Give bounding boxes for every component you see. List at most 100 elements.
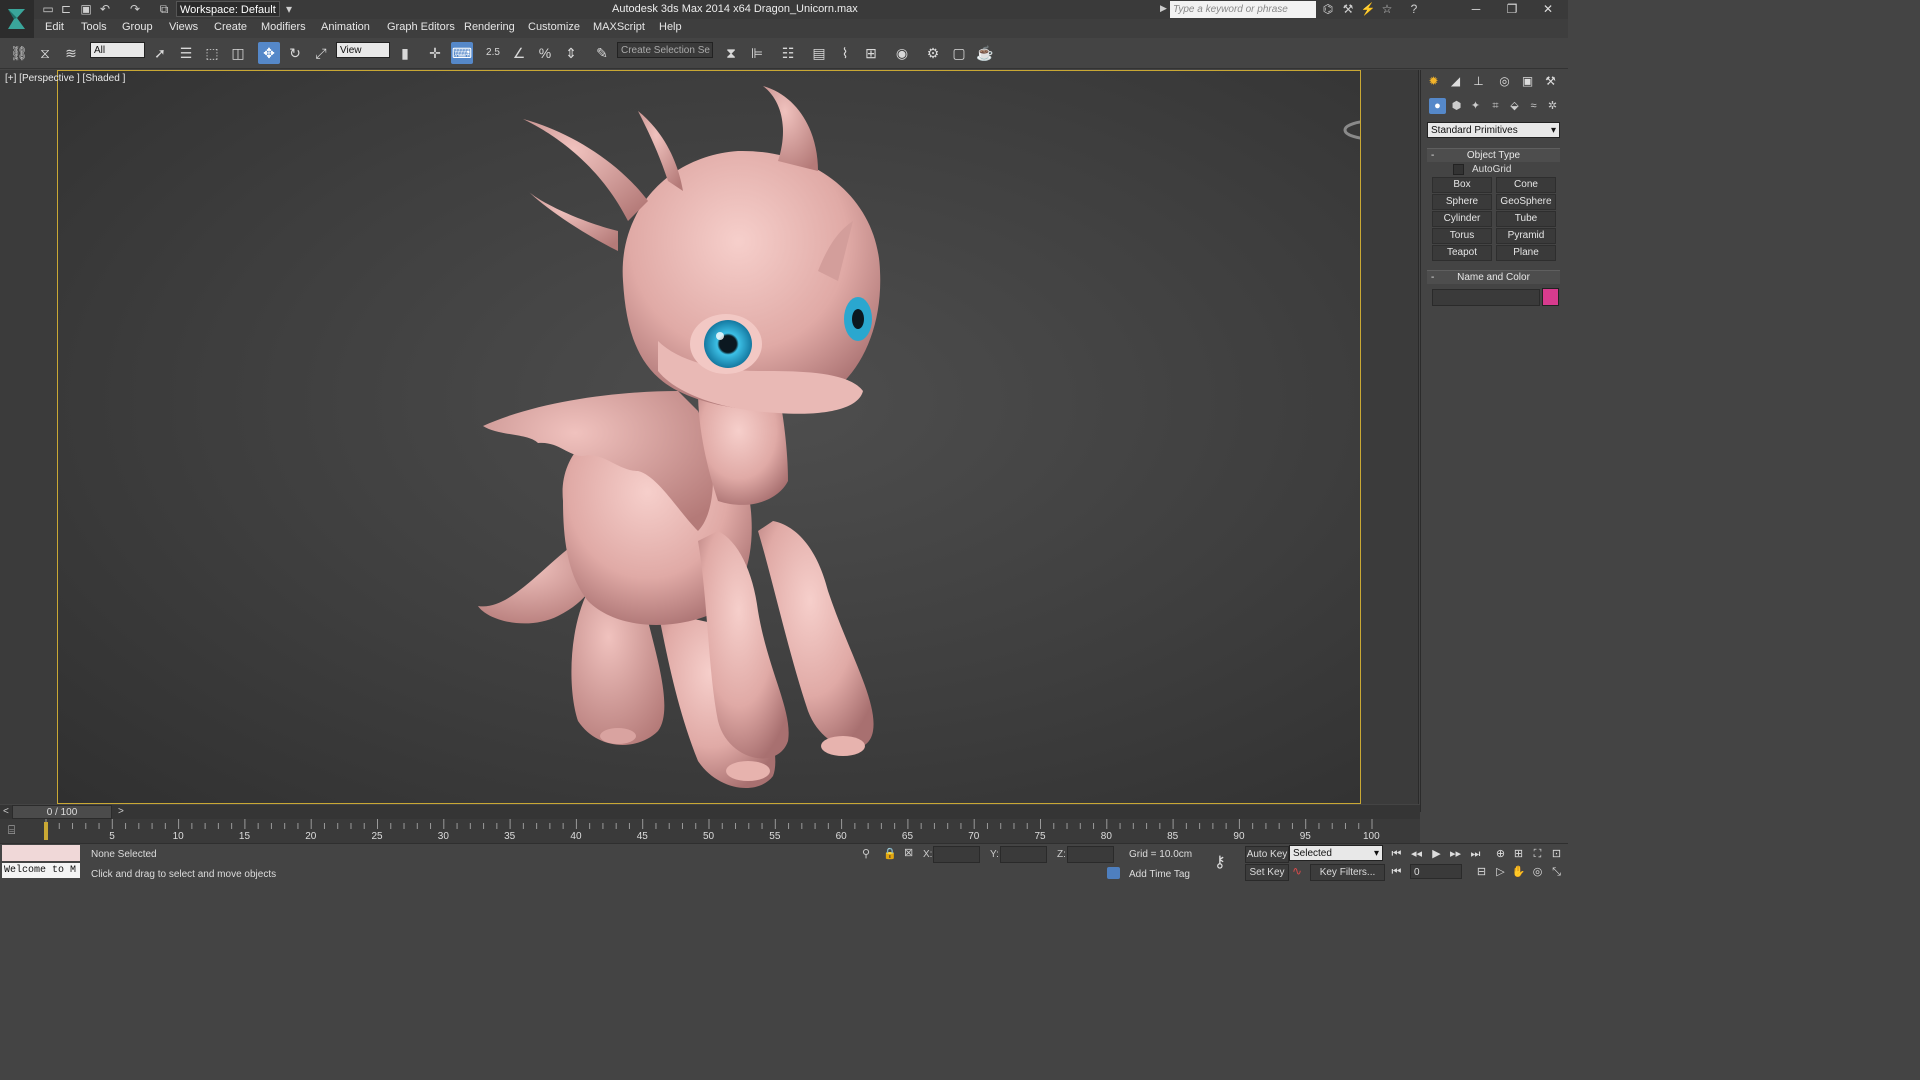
binoculars-icon[interactable]: ⌬ xyxy=(1320,2,1336,17)
field-of-view-icon[interactable]: ▷ xyxy=(1492,864,1509,880)
motion-tab-icon[interactable]: ◎ xyxy=(1495,72,1514,90)
autogrid-checkbox[interactable] xyxy=(1453,164,1464,175)
toggle-scene-explorer-icon[interactable]: ▤ xyxy=(808,42,830,64)
curve-editor-icon[interactable]: ⌇ xyxy=(834,42,856,64)
favorites-star-icon[interactable]: ☆ xyxy=(1379,2,1395,17)
cone-button[interactable]: Cone xyxy=(1496,177,1556,193)
communication-center-icon[interactable]: ⚡ xyxy=(1360,2,1376,17)
z-coordinate-field[interactable] xyxy=(1067,846,1114,863)
hierarchy-tab-icon[interactable]: ⊥ xyxy=(1469,72,1488,90)
help-icon[interactable]: ? xyxy=(1406,2,1422,17)
undo-icon[interactable]: ↶ xyxy=(97,2,113,17)
geosphere-button[interactable]: GeoSphere xyxy=(1496,194,1556,210)
sphere-button[interactable]: Sphere xyxy=(1432,194,1492,210)
lights-icon[interactable]: ✦ xyxy=(1467,98,1484,114)
menu-modifiers[interactable]: Modifiers xyxy=(261,21,306,33)
object-color-swatch[interactable] xyxy=(1542,288,1559,306)
key-filters-button[interactable]: Key Filters... xyxy=(1310,864,1385,881)
time-slider-next-icon[interactable]: > xyxy=(118,806,124,817)
save-file-icon[interactable]: ▣ xyxy=(78,2,94,17)
key-mode-toggle-icon[interactable]: ⏮ xyxy=(1388,864,1405,880)
maxscript-listener-output[interactable]: Welcome to M xyxy=(2,863,80,878)
pan-view-icon[interactable]: ✋ xyxy=(1510,864,1527,880)
next-frame-icon[interactable]: ▸▸ xyxy=(1447,846,1464,862)
object-type-rollout-header[interactable]: - Object Type xyxy=(1427,148,1560,162)
named-selection-sets-dropdown[interactable]: Create Selection Se xyxy=(617,42,713,58)
rectangular-selection-icon[interactable]: ⬚ xyxy=(201,42,223,64)
layer-explorer-icon[interactable]: ☷ xyxy=(777,42,799,64)
search-input[interactable]: Type a keyword or phrase xyxy=(1170,1,1316,18)
display-tab-icon[interactable]: ▣ xyxy=(1518,72,1537,90)
orbit-icon[interactable]: ◎ xyxy=(1529,864,1546,880)
time-slider-prev-icon[interactable]: < xyxy=(3,806,9,817)
new-file-icon[interactable]: ▭ xyxy=(40,2,56,17)
selection-lock-icon[interactable]: 🔒 xyxy=(883,847,897,860)
set-keys-key-icon[interactable]: ⚷ xyxy=(1214,852,1226,872)
menu-animation[interactable]: Animation xyxy=(321,21,370,33)
restore-button[interactable]: ❐ xyxy=(1494,0,1530,19)
select-and-move-icon[interactable]: ✥ xyxy=(258,42,280,64)
previous-frame-icon[interactable]: ◂◂ xyxy=(1408,846,1425,862)
menu-edit[interactable]: Edit xyxy=(45,21,64,33)
cylinder-button[interactable]: Cylinder xyxy=(1432,211,1492,227)
perspective-viewport[interactable] xyxy=(57,70,1361,804)
menu-help[interactable]: Help xyxy=(659,21,682,33)
time-configuration-icon[interactable]: ⊟ xyxy=(1473,864,1490,880)
add-time-tag-button[interactable]: Add Time Tag xyxy=(1129,869,1190,880)
quick-access-menu-icon[interactable]: ▾ xyxy=(281,2,297,17)
snaps-toggle-icon[interactable]: 2.5 xyxy=(482,42,504,64)
spinner-snap-icon[interactable]: ⇕ xyxy=(560,42,582,64)
primitive-category-dropdown[interactable]: Standard Primitives ▾ xyxy=(1427,122,1560,138)
y-coordinate-field[interactable] xyxy=(1000,846,1047,863)
selection-filter-dropdown[interactable]: All xyxy=(90,42,145,58)
percent-snap-icon[interactable]: % xyxy=(534,42,556,64)
app-logo-icon[interactable] xyxy=(0,0,34,38)
torus-button[interactable]: Torus xyxy=(1432,228,1492,244)
modify-tab-icon[interactable]: ◢ xyxy=(1446,72,1465,90)
go-to-start-icon[interactable]: ⏮ xyxy=(1388,846,1405,862)
time-tag-icon[interactable] xyxy=(1107,867,1120,879)
helpers-icon[interactable]: ⬙ xyxy=(1506,98,1523,114)
redo-icon[interactable]: ↷ xyxy=(127,2,143,17)
zoom-all-icon[interactable]: ⊞ xyxy=(1510,846,1527,862)
menu-tools[interactable]: Tools xyxy=(81,21,107,33)
key-mode-dropdown[interactable]: Selected ▾ xyxy=(1289,845,1383,861)
box-button[interactable]: Box xyxy=(1432,177,1492,193)
create-tab-icon[interactable]: ✹ xyxy=(1424,72,1443,90)
current-frame-field[interactable]: 0 xyxy=(1410,864,1462,879)
mirror-icon[interactable]: ⧗ xyxy=(720,42,742,64)
menu-views[interactable]: Views xyxy=(169,21,198,33)
keyboard-shortcut-override-icon[interactable]: ⌨ xyxy=(451,42,473,64)
open-file-icon[interactable]: ⊏ xyxy=(58,2,74,17)
menu-rendering[interactable]: Rendering xyxy=(464,21,515,33)
select-object-icon[interactable]: ➚ xyxy=(149,42,171,64)
time-slider-thumb[interactable]: 0 / 100 xyxy=(12,805,112,819)
menu-customize[interactable]: Customize xyxy=(528,21,580,33)
object-name-field[interactable] xyxy=(1432,289,1540,306)
workspace-dropdown[interactable]: Workspace: Default xyxy=(176,1,280,17)
menu-create[interactable]: Create xyxy=(214,21,247,33)
tube-button[interactable]: Tube xyxy=(1496,211,1556,227)
default-in-out-tangents-icon[interactable]: ∿ xyxy=(1292,864,1302,878)
name-and-color-rollout-header[interactable]: - Name and Color xyxy=(1427,270,1560,284)
window-crossing-icon[interactable]: ◫ xyxy=(227,42,249,64)
menu-group[interactable]: Group xyxy=(122,21,153,33)
angle-snap-icon[interactable]: ∠ xyxy=(508,42,530,64)
schematic-view-icon[interactable]: ⊞ xyxy=(860,42,882,64)
space-warps-icon[interactable]: ≈ xyxy=(1525,98,1542,114)
unlink-selection-icon[interactable]: ⧖ xyxy=(34,42,56,64)
plane-button[interactable]: Plane xyxy=(1496,245,1556,261)
go-to-end-icon[interactable]: ⏭ xyxy=(1467,846,1484,862)
isolate-selection-icon[interactable]: ⚲ xyxy=(862,847,870,860)
material-editor-icon[interactable]: ◉ xyxy=(891,42,913,64)
select-and-rotate-icon[interactable]: ↻ xyxy=(284,42,306,64)
select-by-name-icon[interactable]: ☰ xyxy=(175,42,197,64)
viewport-label[interactable]: [+] [Perspective ] [Shaded ] xyxy=(5,73,125,84)
render-setup-icon[interactable]: ⚙ xyxy=(922,42,944,64)
time-slider[interactable] xyxy=(0,805,1420,819)
project-folder-icon[interactable]: ⧉ xyxy=(156,2,172,17)
edit-named-selection-icon[interactable]: ✎ xyxy=(591,42,613,64)
utilities-tab-icon[interactable]: ⚒ xyxy=(1541,72,1560,90)
pivot-point-center-icon[interactable]: ▮ xyxy=(394,42,416,64)
mini-curve-editor-icon[interactable]: ⌸ xyxy=(8,823,15,838)
